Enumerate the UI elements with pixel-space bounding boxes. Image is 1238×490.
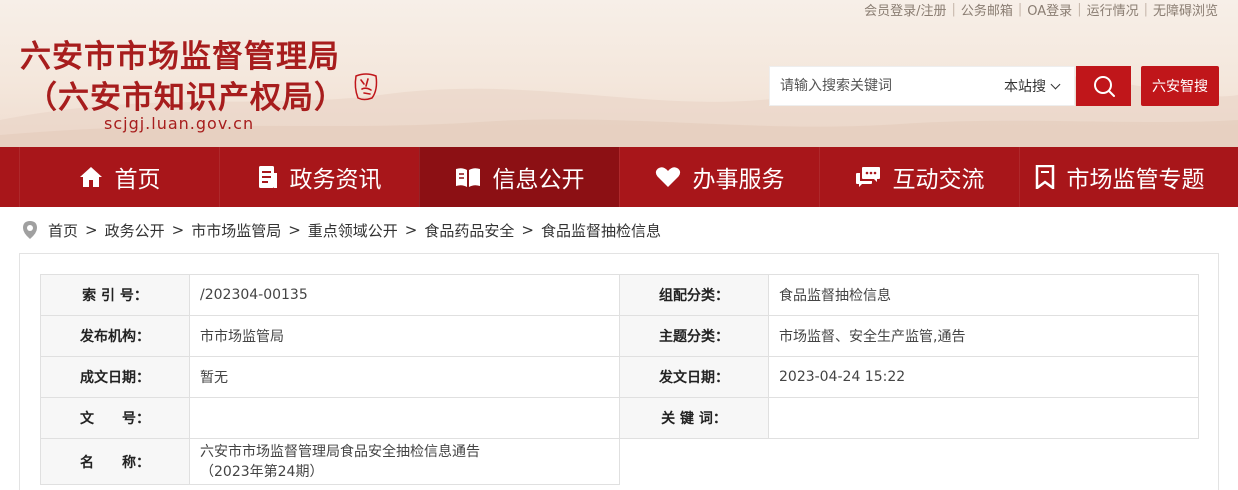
publisher-label: 发布机构：	[40, 315, 190, 357]
breadcrumb-key-areas[interactable]: 重点领域公开	[308, 220, 398, 241]
category-label: 组配分类：	[619, 274, 769, 316]
breadcrumb: 首页 > 政务公开 > 市市场监管局 > 重点领域公开 > 食品药品安全 > 食…	[22, 219, 661, 241]
index-label: 索 引 号：	[40, 274, 190, 316]
breadcrumb-separator: >	[404, 221, 418, 239]
breadcrumb-current[interactable]: 食品监督抽检信息	[541, 220, 661, 241]
nav-item-home[interactable]: 首页	[19, 147, 219, 207]
chevron-down-icon	[1050, 79, 1061, 89]
seal-icon	[354, 73, 378, 101]
index-value: /202304-00135	[189, 274, 620, 316]
breadcrumb-separator: >	[171, 221, 185, 239]
published-date-label: 发文日期：	[619, 356, 769, 398]
nav-item-label: 办事服务	[692, 167, 785, 193]
search-scope-select[interactable]: 本站搜	[1004, 76, 1074, 96]
breadcrumb-separator: >	[521, 221, 534, 239]
top-links: 会员登录/注册 | 公务邮箱 | OA登录 | 运行情况 | 无障碍浏览	[864, 0, 1218, 19]
run-status-link[interactable]: 运行情况	[1087, 0, 1139, 19]
nav-item-label: 互动交流	[892, 167, 985, 193]
keywords-label: 关 键 词：	[619, 397, 769, 439]
search-box: 本站搜	[769, 66, 1075, 106]
doc-name-line1: 六安市市场监督管理局食品安全抽检信息通告	[200, 443, 480, 460]
doc-name-label: 名 称：	[40, 438, 190, 485]
location-pin-icon	[23, 221, 37, 239]
table-row: 发布机构： 市市场监管局 主题分类： 市场监督、安全生产监管,通告	[40, 315, 1199, 357]
nav-item-interaction[interactable]: 互动交流	[819, 147, 1019, 207]
search-button[interactable]	[1076, 66, 1131, 106]
empty-cell	[769, 439, 1199, 485]
breadcrumb-home[interactable]: 首页	[48, 220, 78, 241]
main-nav: 首页 政务资讯 信息公开 办事服务 互动交流 市场监管专题	[0, 147, 1238, 207]
breadcrumb-separator: >	[288, 221, 301, 239]
created-date-value: 暂无	[189, 356, 620, 398]
breadcrumb-separator: >	[85, 221, 98, 239]
nav-item-label: 首页	[114, 167, 161, 193]
doc-number-label: 文 号：	[40, 397, 190, 439]
doc-number-value	[189, 397, 620, 439]
doc-name-line2: （2023年第24期）	[200, 463, 324, 480]
site-title[interactable]: 六安市市场监督管理局	[20, 31, 340, 76]
site-subtitle[interactable]: （六安市知识产权局）	[26, 72, 346, 117]
heart-icon	[655, 167, 680, 187]
open-book-icon	[455, 168, 480, 187]
breadcrumb-bureau[interactable]: 市市场监管局	[191, 220, 281, 241]
nav-item-label: 市场监管专题	[1066, 167, 1205, 193]
bookmark-icon	[1035, 165, 1054, 189]
separator: |	[1143, 1, 1148, 17]
nav-item-services[interactable]: 办事服务	[619, 147, 819, 207]
table-row: 成文日期： 暂无 发文日期： 2023-04-24 15:22	[40, 356, 1199, 398]
topic-label: 主题分类：	[619, 315, 769, 357]
search-scope-label: 本站搜	[1004, 79, 1046, 95]
keywords-value	[768, 397, 1199, 439]
document-icon	[258, 166, 277, 188]
topic-value: 市场监督、安全生产监管,通告	[768, 315, 1199, 357]
search-input[interactable]	[770, 67, 1004, 105]
published-date-value: 2023-04-24 15:22	[768, 356, 1199, 398]
smart-search-button[interactable]: 六安智搜	[1141, 66, 1219, 106]
breadcrumb-food-drug[interactable]: 食品药品安全	[424, 220, 514, 241]
nav-item-info-disclosure[interactable]: 信息公开	[419, 147, 619, 207]
separator: |	[1017, 1, 1023, 17]
oa-login-link[interactable]: OA登录	[1027, 0, 1072, 19]
category-value: 食品监督抽检信息	[768, 274, 1199, 316]
chat-icon	[855, 167, 880, 187]
home-icon	[79, 167, 102, 187]
nav-item-label: 信息公开	[492, 167, 585, 193]
document-meta-table: 索 引 号： /202304-00135 组配分类： 食品监督抽检信息 发布机构…	[40, 274, 1199, 485]
separator: |	[951, 1, 956, 17]
empty-cell	[620, 439, 769, 485]
table-row: 文 号： 关 键 词：	[40, 397, 1199, 439]
table-row: 索 引 号： /202304-00135 组配分类： 食品监督抽检信息	[40, 274, 1199, 316]
nav-item-market-topics[interactable]: 市场监管专题	[1019, 147, 1219, 207]
separator: |	[1077, 1, 1082, 17]
site-header: 会员登录/注册 | 公务邮箱 | OA登录 | 运行情况 | 无障碍浏览 六安市…	[0, 0, 1238, 147]
publisher-value: 市市场监管局	[189, 315, 620, 357]
doc-name-value: 六安市市场监督管理局食品安全抽检信息通告 （2023年第24期）	[189, 438, 620, 485]
nav-item-news[interactable]: 政务资讯	[219, 147, 419, 207]
site-domain: scjgj.luan.gov.cn	[104, 114, 255, 133]
login-register-link[interactable]: 会员登录/注册	[864, 0, 946, 19]
table-row: 名 称： 六安市市场监督管理局食品安全抽检信息通告 （2023年第24期）	[40, 438, 1199, 485]
search-icon	[1093, 76, 1115, 97]
accessibility-link[interactable]: 无障碍浏览	[1153, 0, 1218, 19]
created-date-label: 成文日期：	[40, 356, 190, 398]
email-link[interactable]: 公务邮箱	[961, 0, 1013, 19]
breadcrumb-gov-open[interactable]: 政务公开	[105, 220, 165, 241]
nav-item-label: 政务资讯	[289, 167, 382, 193]
